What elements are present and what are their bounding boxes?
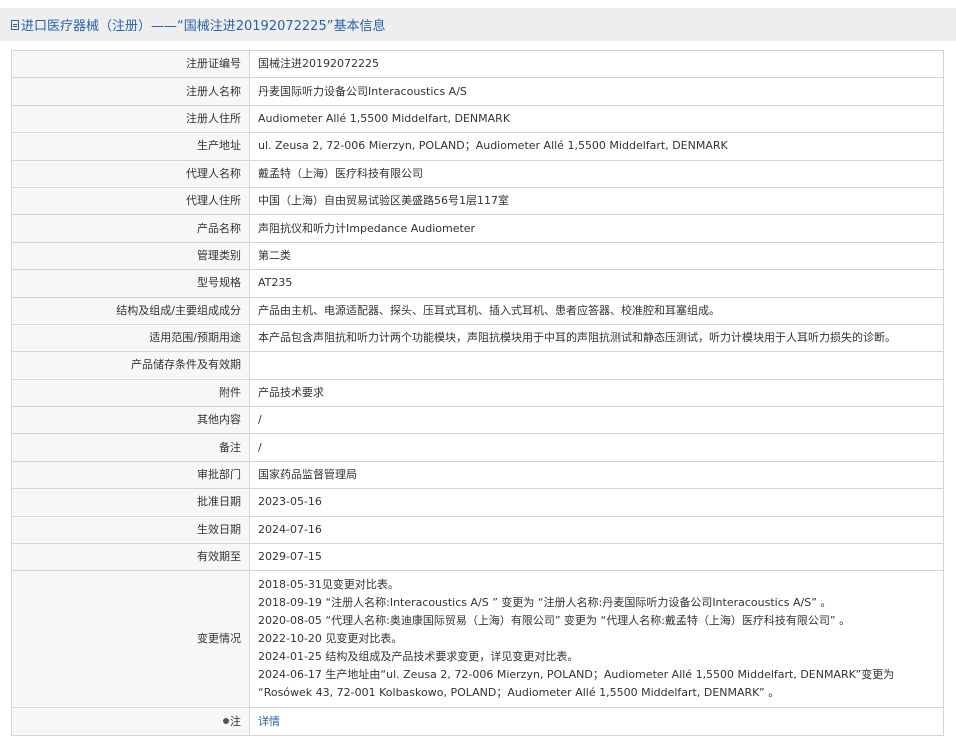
- table-row: 有效期至 2029-07-15: [11, 543, 944, 572]
- note-value-cell: 详情: [249, 707, 944, 736]
- table-row: 生产地址 ul. Zeusa 2, 72-006 Mierzyn, POLAND；…: [11, 132, 944, 161]
- table-row: 结构及组成/主要组成成分 产品由主机、电源适配器、探头、压耳式耳机、插入式耳机、患…: [11, 296, 944, 325]
- table-row: 管理类别 第二类: [11, 241, 944, 271]
- row-value: ul. Zeusa 2, 72-006 Mierzyn, POLAND；Audi…: [249, 132, 944, 161]
- document-icon: [11, 19, 19, 30]
- row-label: 产品储存条件及有效期: [11, 351, 250, 380]
- row-value: 产品由主机、电源适配器、探头、压耳式耳机、插入式耳机、患者应答器、校准腔和耳塞组…: [249, 296, 944, 325]
- row-label: 生效日期: [11, 515, 250, 545]
- row-value: 国家药品监督管理局: [249, 460, 944, 490]
- row-label: 注册人住所: [11, 104, 250, 134]
- table-row: 批准日期 2023-05-16: [11, 488, 944, 517]
- row-value: 本产品包含声阻抗和听力计两个功能模块，声阻抗模块用于中耳的声阻抗测试和静态压测试…: [249, 323, 944, 353]
- change-history-value: 2018-05-31见变更对比表。 2018-09-19 “注册人名称:Inte…: [249, 570, 944, 709]
- table-row: 生效日期 2024-07-16: [11, 515, 944, 545]
- page-title: 进口医疗器械（注册）——“国械注进20192072225”基本信息: [21, 19, 386, 34]
- table-row: 代理人住所 中国（上海）自由贸易试验区美盛路56号1层117室: [11, 186, 944, 216]
- row-value: 第二类: [249, 241, 944, 271]
- row-value: /: [249, 433, 944, 462]
- info-table: 注册证编号 国械注进20192072225 注册人名称 丹麦国际听力设备公司Inte…: [11, 49, 944, 736]
- table-row: 附件 产品技术要求: [11, 378, 944, 408]
- table-row: 备注 /: [11, 433, 944, 462]
- row-label: 注册人名称: [11, 77, 250, 106]
- row-label: 结构及组成/主要组成成分: [11, 296, 250, 325]
- table-row: 注册证编号 国械注进20192072225: [11, 49, 944, 79]
- detail-link[interactable]: 详情: [258, 715, 280, 728]
- change-history-row: 变更情况 2018-05-31见变更对比表。 2018-09-19 “注册人名称…: [11, 570, 944, 709]
- row-label: 注册证编号: [11, 49, 250, 79]
- note-row: 注 详情: [11, 707, 944, 736]
- change-entry: 2020-08-05 “代理人名称:奥迪康国际贸易（上海）有限公司” 变更为 “…: [258, 614, 851, 628]
- table-row: 型号规格 AT235: [11, 269, 944, 298]
- table-row: 产品储存条件及有效期: [11, 351, 944, 380]
- row-label: 其他内容: [11, 406, 250, 435]
- table-row: 适用范围/预期用途 本产品包含声阻抗和听力计两个功能模块，声阻抗模块用于中耳的声阻…: [11, 323, 944, 353]
- row-label: 代理人名称: [11, 159, 250, 188]
- pin-icon: [223, 717, 229, 724]
- row-value: 丹麦国际听力设备公司Interacoustics A/S: [249, 77, 944, 106]
- row-label: 适用范围/预期用途: [11, 323, 250, 353]
- change-entry: 2018-05-31见变更对比表。: [258, 578, 399, 592]
- row-value: 中国（上海）自由贸易试验区美盛路56号1层117室: [249, 186, 944, 216]
- row-label: 型号规格: [11, 269, 250, 298]
- row-label: 附件: [11, 378, 250, 408]
- row-value: 2024-07-16: [249, 515, 944, 545]
- change-entry: 2024-06-17 生产地址由“ul. Zeusa 2, 72-006 Mie…: [258, 668, 895, 700]
- note-label-cell: 注: [11, 707, 250, 736]
- table-row: 注册人住所 Audiometer Allé 1,5500 Middelfart, …: [11, 104, 944, 134]
- row-value: Audiometer Allé 1,5500 Middelfart, DENMA…: [249, 104, 944, 134]
- row-label: 管理类别: [11, 241, 250, 271]
- change-entry: 2024-01-25 结构及组成及产品技术要求变更，详见变更对比表。: [258, 650, 579, 664]
- row-label: 备注: [11, 433, 250, 462]
- row-label: 产品名称: [11, 214, 250, 243]
- table-row: 注册人名称 丹麦国际听力设备公司Interacoustics A/S: [11, 77, 944, 106]
- table-row: 其他内容 /: [11, 406, 944, 435]
- row-value: 2023-05-16: [249, 488, 944, 517]
- change-entry: 2018-09-19 “注册人名称:Interacoustics A/S ” 变…: [258, 596, 832, 610]
- row-label: 代理人住所: [11, 186, 250, 216]
- table-row: 产品名称 声阻抗仪和听力计Impedance Audiometer: [11, 214, 944, 243]
- row-value: [249, 351, 944, 380]
- table-row: 代理人名称 戴孟特（上海）医疗科技有限公司: [11, 159, 944, 188]
- row-value: 2029-07-15: [249, 543, 944, 572]
- change-history-label: 变更情况: [11, 570, 250, 709]
- row-label: 审批部门: [11, 460, 250, 490]
- row-value: /: [249, 406, 944, 435]
- row-label: 生产地址: [11, 132, 250, 161]
- table-row: 审批部门 国家药品监督管理局: [11, 460, 944, 490]
- change-entry: 2022-10-20 见变更对比表。: [258, 632, 403, 646]
- row-label: 有效期至: [11, 543, 250, 572]
- info-table-body: 注册证编号 国械注进20192072225 注册人名称 丹麦国际听力设备公司Inte…: [11, 49, 944, 736]
- row-value: 产品技术要求: [249, 378, 944, 408]
- row-value: 国械注进20192072225: [249, 49, 944, 79]
- row-value: 戴孟特（上海）医疗科技有限公司: [249, 159, 944, 188]
- row-label: 批准日期: [11, 488, 250, 517]
- row-value: 声阻抗仪和听力计Impedance Audiometer: [249, 214, 944, 243]
- page-title-bar: 进口医疗器械（注册）——“国械注进20192072225”基本信息: [0, 8, 956, 41]
- row-value: AT235: [249, 269, 944, 298]
- note-label: 注: [230, 714, 241, 728]
